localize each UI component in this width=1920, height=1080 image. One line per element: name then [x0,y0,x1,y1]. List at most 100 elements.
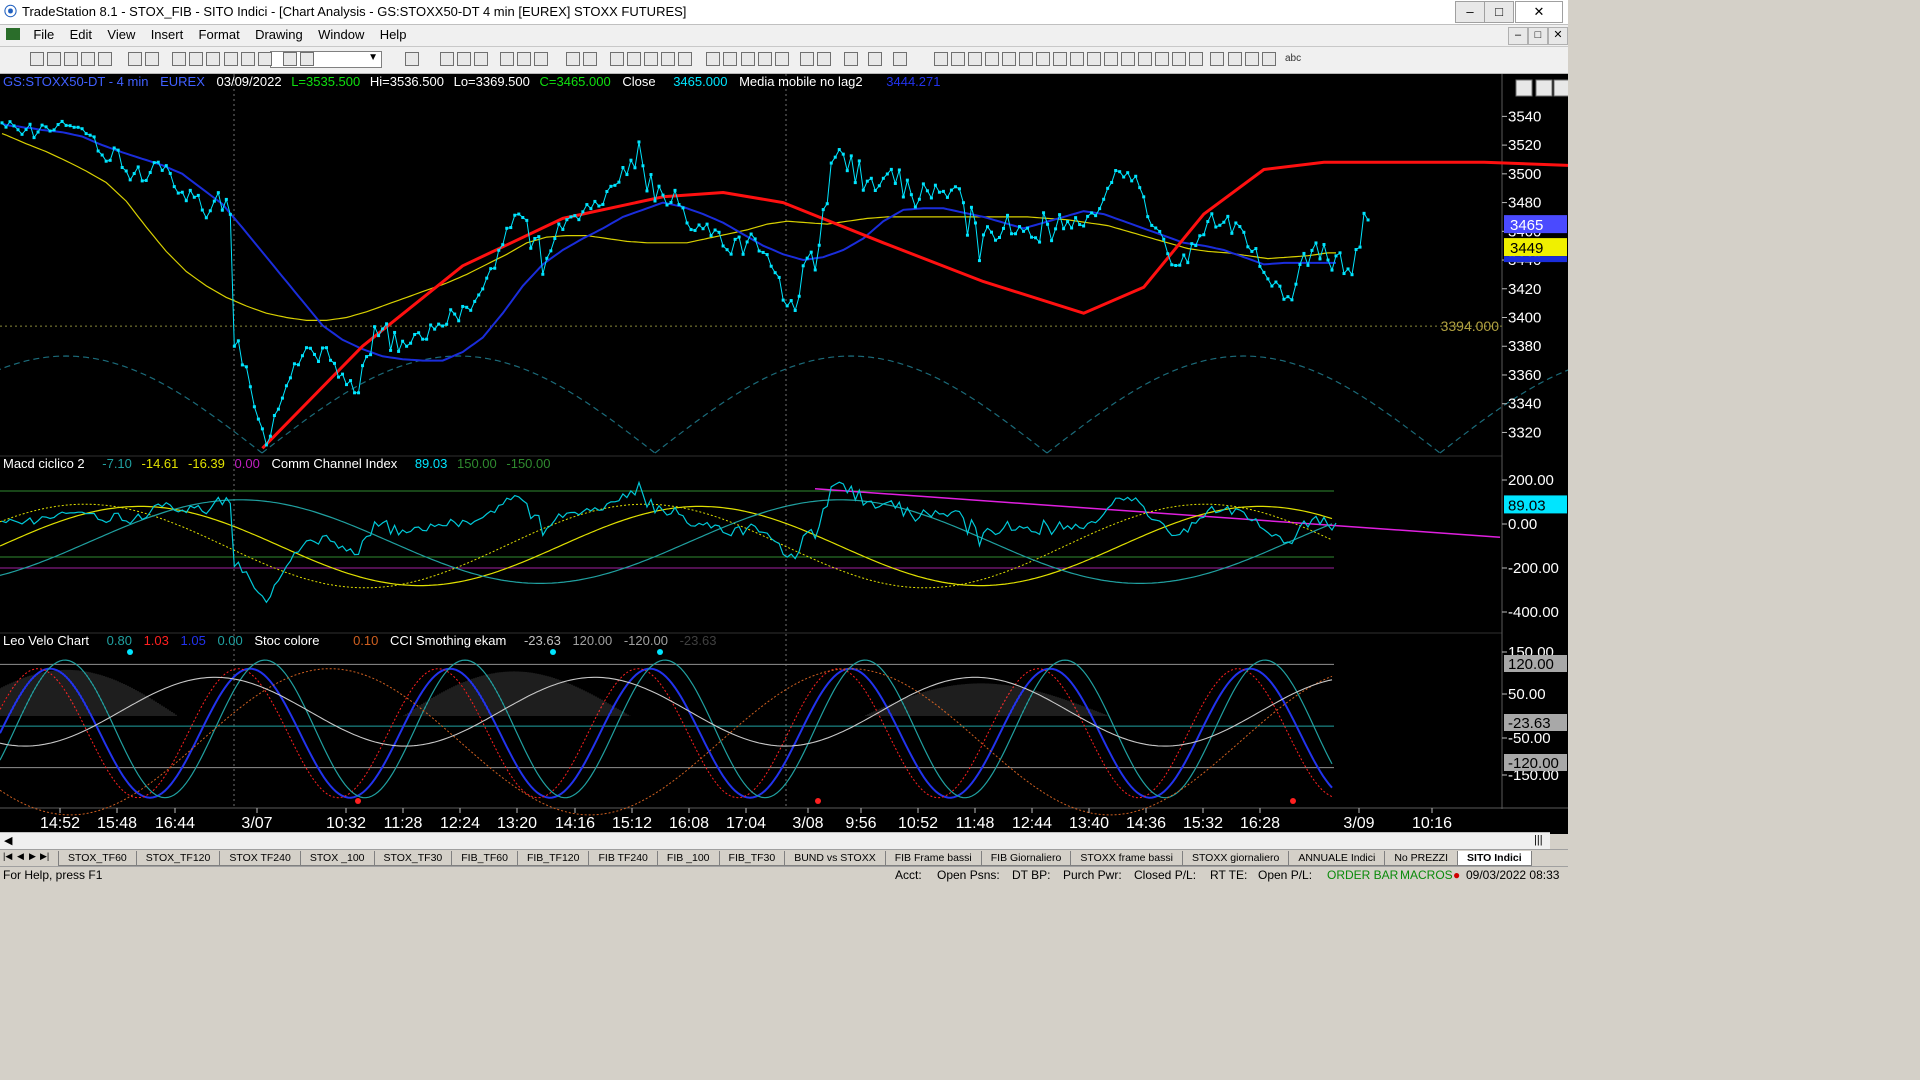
workspace-tab[interactable]: STOXX giornaliero [1181,851,1290,866]
workspace-tab[interactable]: BUND vs STOXX [784,851,886,866]
menu-view[interactable]: View [101,25,141,44]
tab-prev-icon[interactable]: ◀ [17,851,24,862]
chart-window-button[interactable] [1535,79,1553,97]
toolbar-tool-icon[interactable] [534,52,548,66]
toolbar-tool-icon[interactable] [81,52,95,66]
toolbar-tool-icon[interactable] [224,52,238,66]
toolbar-tool-icon[interactable] [583,52,597,66]
mdi-minimize-button[interactable]: – [1508,27,1528,45]
toolbar-tool-icon[interactable] [405,52,419,66]
toolbar-tool-icon[interactable] [844,52,858,66]
menu-file[interactable]: File [27,25,60,44]
toolbar-tool-icon[interactable] [172,52,186,66]
toolbar-tool-icon[interactable] [817,52,831,66]
workspace-tab[interactable]: ANNUALE Indici [1288,851,1386,866]
toolbar-tool-icon[interactable] [775,52,789,66]
workspace-tab[interactable]: STOX_TF120 [135,851,221,866]
workspace-tab[interactable]: STOX _100 [299,851,375,866]
toolbar-tool-icon[interactable] [610,52,624,66]
toolbar-tool-icon[interactable] [300,52,314,66]
workspace-tab[interactable]: FIB Frame bassi [884,851,982,866]
workspace-tab[interactable]: FIB_TF60 [451,851,518,866]
toolbar-tool-icon[interactable] [1262,52,1276,66]
toolbar-tool-icon[interactable] [985,52,999,66]
horizontal-scrollbar[interactable]: ◀ ||| [0,832,1550,849]
toolbar-tool-icon[interactable] [1189,52,1203,66]
toolbar-tool-icon[interactable] [457,52,471,66]
workspace-tab[interactable]: FIB _100 [656,851,720,866]
chart-window-icon[interactable] [6,28,20,40]
toolbar-tool-icon[interactable] [566,52,580,66]
chart-window-button[interactable] [1515,79,1533,97]
toolbar-tool-icon[interactable] [1053,52,1067,66]
workspace-tab[interactable]: FIB_TF120 [516,851,590,866]
toolbar-tool-icon[interactable] [189,52,203,66]
workspace-tab[interactable]: FIB_TF30 [718,851,786,866]
toolbar-tool-icon[interactable] [893,52,907,66]
workspace-tab[interactable]: No PREZZI [1384,851,1459,866]
menu-insert[interactable]: Insert [145,25,190,44]
tab-next-icon[interactable]: ▶ [29,851,36,862]
toolbar-tool-icon[interactable] [1087,52,1101,66]
workspace-tab[interactable]: SITO Indici [1457,851,1532,866]
toolbar-tool-icon[interactable] [627,52,641,66]
toolbar-tool-icon[interactable] [661,52,675,66]
toolbar-tool-icon[interactable] [706,52,720,66]
toolbar-tool-icon[interactable] [758,52,772,66]
toolbar-tool-icon[interactable] [47,52,61,66]
toolbar-tool-icon[interactable] [1245,52,1259,66]
toolbar-tool-icon[interactable] [258,52,272,66]
toolbar-tool-icon[interactable] [145,52,159,66]
tab-last-icon[interactable]: ▶| [40,851,49,862]
toolbar-tool-icon[interactable] [644,52,658,66]
toolbar-tool-icon[interactable] [1138,52,1152,66]
maximize-button[interactable]: □ [1484,1,1514,23]
toolbar-tool-icon[interactable] [1228,52,1242,66]
workspace-tab[interactable]: STOX_TF30 [373,851,453,866]
toolbar-tool-icon[interactable] [934,52,948,66]
toolbar-tool-icon[interactable] [1155,52,1169,66]
mdi-close-button[interactable]: ✕ [1548,27,1568,45]
toolbar-tool-icon[interactable] [440,52,454,66]
toolbar-tool-icon[interactable] [1172,52,1186,66]
toolbar-tool-icon[interactable] [283,52,297,66]
workspace-tab[interactable]: FIB Giornaliero [980,851,1072,866]
toolbar-tool-icon[interactable] [1002,52,1016,66]
toolbar-tool-icon[interactable] [1210,52,1224,66]
toolbar-tool-icon[interactable] [500,52,514,66]
text-tool-button[interactable]: abc [1285,53,1301,64]
status-macros[interactable]: MACROS [1400,868,1453,882]
toolbar-tool-icon[interactable] [741,52,755,66]
toolbar-tool-icon[interactable] [474,52,488,66]
toolbar-tool-icon[interactable] [64,52,78,66]
toolbar-tool-icon[interactable] [968,52,982,66]
toolbar-tool-icon[interactable] [206,52,220,66]
toolbar-tool-icon[interactable] [241,52,255,66]
scroll-left-icon[interactable]: ◀ [4,834,12,847]
menu-help[interactable]: Help [374,25,413,44]
toolbar-tool-icon[interactable] [951,52,965,66]
toolbar-tool-icon[interactable] [128,52,142,66]
toolbar-tool-icon[interactable] [1070,52,1084,66]
menu-format[interactable]: Format [193,25,246,44]
tab-first-icon[interactable]: |◀ [3,851,12,862]
scroll-thumb-icon[interactable]: ||| [1534,834,1543,846]
toolbar-tool-icon[interactable] [723,52,737,66]
toolbar-tool-icon[interactable] [30,52,44,66]
toolbar-tool-icon[interactable] [1036,52,1050,66]
workspace-tab[interactable]: FIB TF240 [588,851,658,866]
chart-area[interactable]: 3394.000 GS:STOXX50-DT - 4 min EUREX 03/… [0,74,1920,834]
toolbar-tool-icon[interactable] [98,52,112,66]
chart-svg[interactable]: 3394.000 GS:STOXX50-DT - 4 min EUREX 03/… [0,74,1920,834]
mdi-restore-button[interactable]: □ [1528,27,1548,45]
chart-window-button[interactable] [1553,79,1571,97]
workspace-tab[interactable]: STOX TF240 [219,851,301,866]
toolbar-tool-icon[interactable] [678,52,692,66]
status-order-bar[interactable]: ORDER BAR [1327,868,1398,882]
toolbar-tool-icon[interactable] [1121,52,1135,66]
toolbar-tool-icon[interactable] [868,52,882,66]
close-button[interactable]: ✕ [1515,1,1563,23]
toolbar-tool-icon[interactable] [517,52,531,66]
toolbar-tool-icon[interactable] [1019,52,1033,66]
minimize-button[interactable]: – [1455,1,1485,23]
